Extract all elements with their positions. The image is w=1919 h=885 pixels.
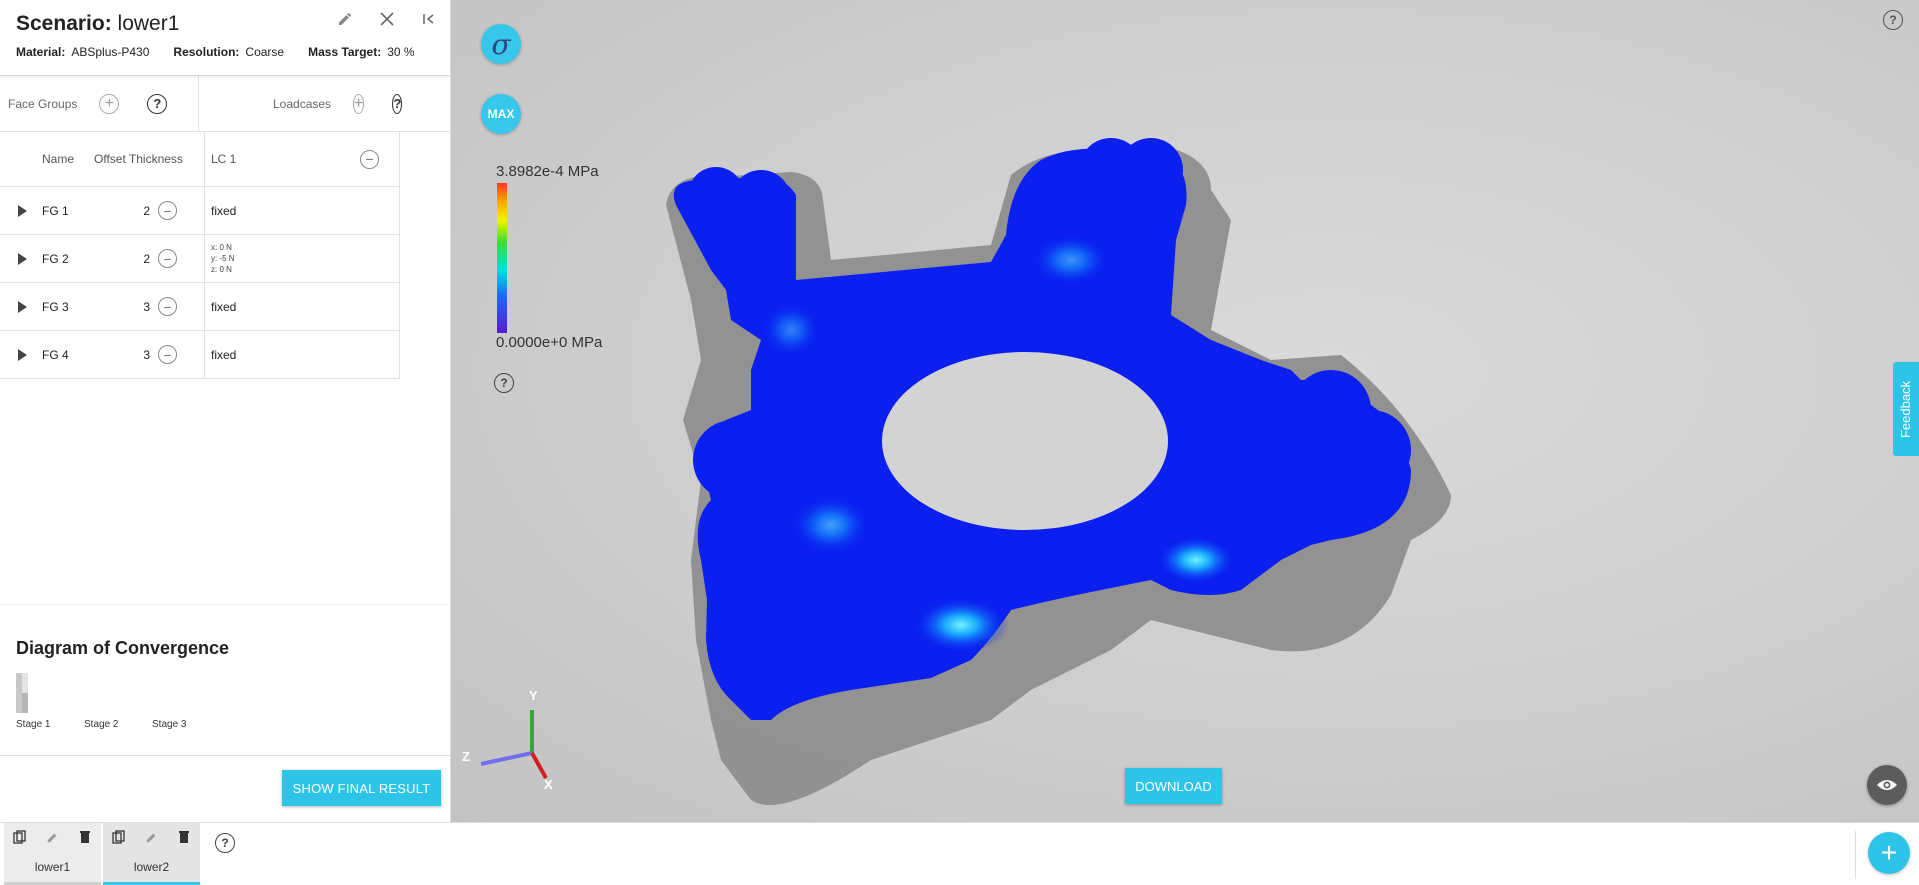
- axis-y-label: Y: [529, 688, 538, 703]
- scenario-header: Scenario: lower1 Material: ABSplus-P430 R…: [0, 0, 450, 76]
- remove-face-group-button[interactable]: −: [158, 249, 177, 268]
- max-button[interactable]: MAX: [481, 94, 521, 134]
- force-x: x: 0 N: [211, 243, 232, 252]
- scenario-tab-label: lower1: [34, 860, 71, 874]
- row-name: FG 3: [42, 299, 69, 314]
- viewport-help-icon[interactable]: ?: [1883, 10, 1903, 30]
- table-row: FG 4 3 − fixed: [0, 331, 399, 379]
- delete-icon[interactable]: [176, 829, 192, 845]
- stress-sigma-button[interactable]: σ: [481, 24, 521, 64]
- collapse-panel-icon[interactable]: [420, 10, 438, 28]
- lc1-label: LC 1: [211, 152, 237, 166]
- edit-icon[interactable]: [336, 10, 354, 28]
- add-loadcase-button[interactable]: +: [353, 93, 365, 114]
- remove-face-group-button[interactable]: −: [158, 345, 177, 364]
- col-name-header: Name: [42, 152, 75, 166]
- edit-icon[interactable]: [45, 829, 61, 845]
- face-groups-help-icon[interactable]: ?: [147, 93, 168, 114]
- duplicate-icon[interactable]: [12, 829, 28, 845]
- row-loadcase[interactable]: fixed: [204, 283, 399, 330]
- download-button[interactable]: DOWNLOAD: [1125, 768, 1222, 804]
- axis-x-label: X: [544, 777, 553, 792]
- stage-label: Stage 1: [16, 719, 51, 730]
- row-offset[interactable]: 2: [94, 204, 158, 218]
- legend-max-value: 3.8982e-4 MPa: [496, 163, 599, 180]
- sections-row: Face Groups + ? Loadcases + ?: [0, 76, 450, 132]
- legend-help-icon[interactable]: ?: [494, 373, 514, 393]
- remove-face-group-button[interactable]: −: [158, 297, 177, 316]
- color-scale-bar: [497, 183, 507, 333]
- face-groups-section: Face Groups + ?: [0, 76, 199, 131]
- scenarios-help-icon[interactable]: ?: [215, 833, 235, 853]
- table-header: Name Offset Thickness LC 1 −: [0, 132, 399, 187]
- expand-arrow-icon[interactable]: [0, 300, 42, 313]
- edit-icon[interactable]: [144, 829, 160, 845]
- show-final-result-button[interactable]: SHOW FINAL RESULT: [282, 770, 441, 806]
- scenario-title-label: Scenario:: [16, 12, 112, 35]
- stress-model[interactable]: [451, 0, 1919, 822]
- axis-z-label: Z: [462, 749, 470, 764]
- expand-arrow-icon[interactable]: [0, 252, 42, 265]
- legend-min-value: 0.0000e+0 MPa: [496, 334, 603, 351]
- scenario-title-value: lower1: [117, 12, 180, 35]
- scenario-tab-lower2[interactable]: lower2: [103, 823, 200, 885]
- row-name: FG 4: [42, 347, 69, 362]
- row-offset[interactable]: 3: [94, 300, 158, 314]
- col-lc-header: LC 1 −: [204, 132, 399, 186]
- stage-label: Stage 2: [84, 719, 119, 730]
- force-z: z: 0 N: [211, 265, 232, 274]
- delete-icon[interactable]: [77, 829, 93, 845]
- feedback-tab[interactable]: Feedback: [1893, 362, 1919, 456]
- force-y: y: -5 N: [211, 254, 235, 263]
- table-row: FG 1 2 − fixed: [0, 187, 399, 235]
- convergence-stages: Stage 1 Stage 2 Stage 3: [16, 719, 435, 730]
- table-row: FG 3 3 − fixed: [0, 283, 399, 331]
- row-name: FG 2: [42, 251, 69, 266]
- convergence-title: Diagram of Convergence: [16, 638, 230, 658]
- stage-label: Stage 3: [152, 719, 187, 730]
- row-loadcase[interactable]: fixed: [204, 331, 399, 378]
- table-row: FG 2 2 − x: 0 N y: -5 N z: 0 N: [0, 235, 399, 283]
- col-offset-header: Offset Thickness: [94, 152, 183, 166]
- close-icon[interactable]: [378, 10, 396, 28]
- eye-icon: [1877, 780, 1897, 790]
- loadcases-help-icon[interactable]: ?: [392, 93, 403, 114]
- remove-loadcase-button[interactable]: −: [360, 149, 379, 169]
- loadcases-label: Loadcases: [273, 96, 332, 111]
- expand-arrow-icon[interactable]: [0, 204, 42, 217]
- material-info: Material: ABSplus-P430: [16, 45, 150, 59]
- axes-gizmo: Y Z X: [462, 688, 553, 792]
- convergence-diagram: Diagram of Convergence Stage 1 Stage 2 S…: [0, 604, 451, 756]
- scenario-tab-label: lower2: [133, 860, 170, 874]
- add-face-group-button[interactable]: +: [99, 93, 120, 114]
- row-offset[interactable]: 3: [94, 348, 158, 362]
- resolution-info: Resolution: Coarse: [173, 45, 285, 59]
- row-loadcase[interactable]: x: 0 N y: -5 N z: 0 N: [204, 235, 399, 282]
- model-center-hole: [882, 352, 1168, 530]
- scenario-meta: Material: ABSplus-P430 Resolution: Coarse …: [16, 45, 434, 59]
- scenario-tab-lower1[interactable]: lower1: [4, 823, 101, 885]
- duplicate-icon[interactable]: [111, 829, 127, 845]
- visibility-toggle-button[interactable]: [1867, 765, 1907, 805]
- divider: [1855, 831, 1856, 879]
- remove-face-group-button[interactable]: −: [158, 201, 177, 220]
- row-offset[interactable]: 2: [94, 252, 158, 266]
- loadcases-section: Loadcases + ?: [199, 76, 403, 131]
- add-scenario-button[interactable]: +: [1868, 832, 1910, 874]
- scenario-tabs-bar: lower1 lower2 ? +: [0, 822, 1919, 885]
- row-loadcase[interactable]: fixed: [204, 187, 399, 234]
- face-groups-label: Face Groups: [8, 96, 78, 111]
- scenario-panel: Scenario: lower1 Material: ABSplus-P430 R…: [0, 0, 451, 822]
- expand-arrow-icon[interactable]: [0, 348, 42, 361]
- convergence-bar: [16, 673, 28, 713]
- face-group-table: Name Offset Thickness LC 1 − FG 1 2 − fi…: [0, 132, 400, 379]
- row-name: FG 1: [42, 203, 69, 218]
- mass-target-info: Mass Target: 30 %: [308, 45, 415, 59]
- 3d-viewport[interactable]: σ MAX 3.8982e-4 MPa 0.0000e+0 MPa ? ? Fe…: [451, 0, 1919, 822]
